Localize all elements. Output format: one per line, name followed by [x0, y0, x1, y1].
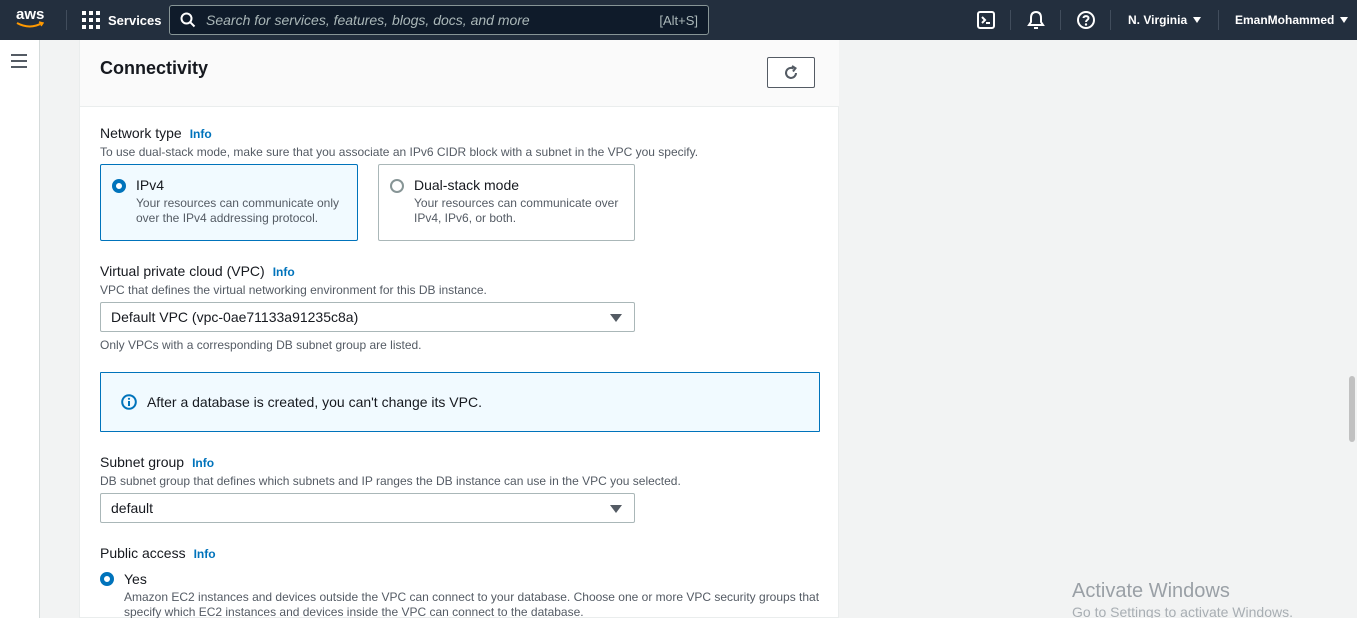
- nav-divider: [1010, 10, 1011, 30]
- menu-icon[interactable]: [11, 54, 27, 68]
- subnet-group-select[interactable]: default: [100, 493, 635, 523]
- chevron-down-icon: [1340, 17, 1349, 23]
- subnet-group-select-value: default: [111, 500, 154, 516]
- aws-logo[interactable]: aws: [16, 6, 50, 32]
- region-label: N. Virginia: [1128, 13, 1188, 27]
- network-type-label: Network type Info: [100, 125, 212, 141]
- ipv4-description: Your resources can communicate only over…: [136, 196, 339, 225]
- account-name: EmanMohammed: [1235, 13, 1335, 27]
- help-icon[interactable]: [1076, 10, 1096, 30]
- network-type-label-text: Network type: [100, 125, 182, 141]
- grid-icon: [82, 11, 100, 29]
- subnet-group-label-text: Subnet group: [100, 454, 185, 470]
- caret-down-icon: [610, 314, 622, 322]
- nav-divider: [1218, 10, 1219, 30]
- dual-stack-title: Dual-stack mode: [414, 177, 520, 193]
- caret-down-icon: [610, 505, 622, 513]
- connectivity-panel: Connectivity Network type Info To use dua…: [79, 40, 839, 618]
- public-access-yes-description-2: specify which EC2 instances and devices …: [124, 605, 584, 618]
- subnet-group-description: DB subnet group that defines which subne…: [100, 474, 681, 488]
- vpc-label-text: Virtual private cloud (VPC): [100, 263, 265, 279]
- region-selector[interactable]: N. Virginia: [1128, 0, 1202, 40]
- ipv4-option-tile[interactable]: IPv4 Your resources can communicate only…: [100, 164, 358, 241]
- search-placeholder: Search for services, features, blogs, do…: [206, 12, 530, 28]
- activate-windows-subtitle: Go to Settings to activate Windows.: [1072, 604, 1293, 618]
- search-icon: [180, 12, 196, 28]
- search-input[interactable]: Search for services, features, blogs, do…: [169, 5, 709, 35]
- page-title: Connectivity: [100, 58, 209, 78]
- subnet-group-label: Subnet group Info: [100, 454, 214, 470]
- info-icon: [121, 394, 137, 410]
- public-access-info-link[interactable]: Info: [194, 547, 216, 561]
- refresh-icon: [785, 64, 797, 79]
- search-shortcut: [Alt+S]: [659, 12, 698, 28]
- activate-windows-title: Activate Windows: [1072, 580, 1230, 602]
- bell-icon[interactable]: [1026, 10, 1046, 30]
- dual-stack-option-tile[interactable]: Dual-stack mode Your resources can commu…: [378, 164, 635, 241]
- vpc-hint: Only VPCs with a corresponding DB subnet…: [100, 338, 422, 352]
- alert-text: After a database is created, you can't c…: [147, 394, 482, 410]
- dual-stack-radio[interactable]: [390, 179, 404, 193]
- vpc-description: VPC that defines the virtual networking …: [100, 283, 487, 297]
- nav-divider: [66, 10, 67, 30]
- aws-logo-text: aws: [16, 6, 45, 23]
- public-access-yes-radio[interactable]: [100, 572, 114, 586]
- cloudshell-icon[interactable]: [976, 10, 996, 30]
- vpc-info-link[interactable]: Info: [273, 265, 295, 279]
- vpc-label: Virtual private cloud (VPC) Info: [100, 263, 295, 279]
- public-access-label: Public access Info: [100, 545, 216, 561]
- vpc-select-value: Default VPC (vpc-0ae71133a91235c8a): [111, 309, 359, 325]
- network-type-description: To use dual-stack mode, make sure that y…: [100, 145, 699, 159]
- ipv4-title: IPv4: [136, 177, 165, 193]
- vpc-info-alert: After a database is created, you can't c…: [100, 372, 820, 432]
- chevron-down-icon: [1193, 17, 1202, 23]
- refresh-button[interactable]: [767, 57, 815, 88]
- public-access-label-text: Public access: [100, 545, 186, 561]
- ipv4-radio[interactable]: [112, 179, 126, 193]
- public-access-yes-label: Yes: [124, 571, 147, 587]
- network-type-info-link[interactable]: Info: [190, 127, 212, 141]
- page-scrollbar[interactable]: [1349, 376, 1355, 442]
- left-rail: [0, 40, 40, 618]
- nav-divider: [1110, 10, 1111, 30]
- services-label: Services: [108, 12, 162, 28]
- services-menu-button[interactable]: Services: [82, 0, 162, 40]
- vpc-select[interactable]: Default VPC (vpc-0ae71133a91235c8a): [100, 302, 635, 332]
- public-access-yes-description-1: Amazon EC2 instances and devices outside…: [124, 590, 820, 604]
- subnet-group-info-link[interactable]: Info: [192, 456, 214, 470]
- account-menu[interactable]: EmanMohammed: [1235, 0, 1349, 40]
- nav-divider: [1060, 10, 1061, 30]
- panel-header: Connectivity: [80, 40, 839, 107]
- dual-stack-description: Your resources can communicate over IPv4…: [414, 196, 619, 225]
- top-navigation: aws Services Search for services, featur…: [0, 0, 1357, 40]
